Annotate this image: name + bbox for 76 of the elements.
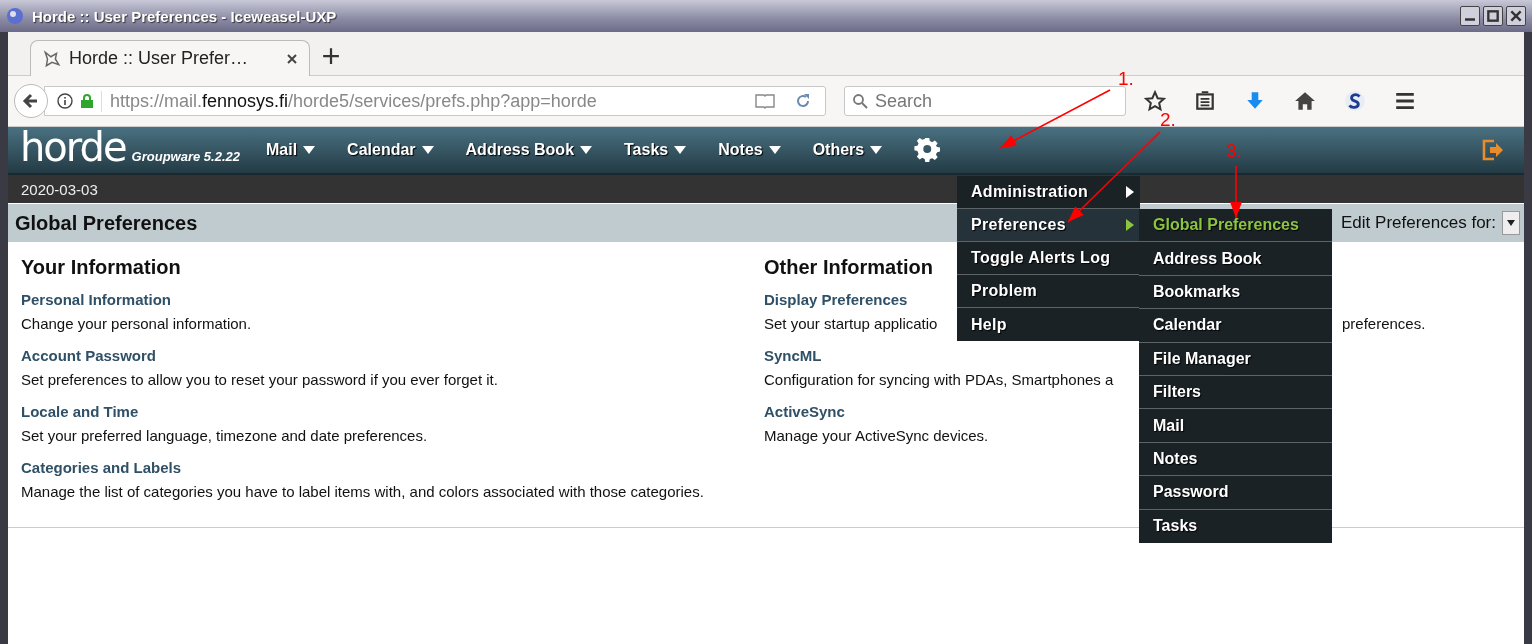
maximize-button[interactable] [1483,6,1503,26]
menu-entry[interactable]: Calendar [1139,309,1332,343]
address-field[interactable]: https://mail.fennosys.fi/horde5/services/prefs.php?app=horde [44,86,826,116]
close-button[interactable] [1506,6,1526,26]
menu-entry[interactable]: Bookmarks [1139,275,1332,310]
preference-description: Set your preferred language, timezone and date preferences. [21,426,428,445]
dropdown-button[interactable] [1502,211,1520,235]
settings-icon[interactable] [914,137,941,163]
preference-link[interactable]: Categories and Labels [21,459,182,476]
preference-description: Set preferences to allow you to reset your password if you ever forget it. [21,370,498,389]
menu-item[interactable]: Notes [718,141,797,159]
minimize-icon [1465,18,1475,21]
menu-item[interactable]: Tasks [624,141,703,159]
close-icon [1509,9,1523,23]
menu-icon[interactable] [1394,90,1416,112]
menu-entry[interactable]: Address Book [1139,242,1332,276]
annotation-arrow [1230,165,1242,219]
preference-link[interactable]: SyncML [764,347,822,364]
close-tab-icon[interactable] [287,53,297,64]
preference-description: Change your personal information. [21,314,252,333]
annotation-label: 1. [1118,68,1134,89]
preference-link[interactable]: ActiveSync [764,403,845,420]
browser-tab[interactable]: Horde :: User Prefer… [30,40,310,76]
back-button[interactable] [14,84,48,118]
minimize-button[interactable] [1460,6,1480,26]
globe-icon [6,7,24,25]
caret-icon [303,146,316,154]
search-field[interactable]: Search [844,86,1126,116]
clipboard-icon[interactable] [1194,90,1216,112]
menu-entry[interactable]: Tasks [1139,509,1332,543]
window-title: Horde :: User Preferences - Iceweasel-UXP [32,7,337,25]
preference-link[interactable]: Personal Information [21,291,172,308]
caret-icon [421,146,434,154]
menu-entry[interactable]: Preferences [957,209,1140,242]
maximize-icon [1486,9,1500,23]
caret-icon [870,146,883,154]
logout-icon[interactable] [1482,139,1504,161]
app-logo[interactable]: horde [20,127,126,167]
preference-description: Manage your ActiveSync devices. [764,426,989,445]
caret-icon [768,146,781,154]
menu-entry[interactable]: File Manager [1139,342,1332,376]
preference-link[interactable]: Locale and Time [21,403,139,420]
info-icon [57,93,73,109]
preference-description: Set your startup applicatio [764,314,938,333]
section-title: Your Information [21,256,181,279]
caret-icon [1507,220,1515,226]
preference-description: Configuration for syncing with PDAs, Smartphones a [764,370,1114,389]
reader-view-icon[interactable] [755,93,775,109]
menu-entry[interactable]: Help [957,308,1140,341]
preference-link[interactable]: Display Preferences [764,291,908,308]
page-title: Global Preferences [15,211,198,235]
menu-entry[interactable]: Mail [1139,409,1332,443]
menu-item[interactable]: Address Book [465,141,609,159]
menu-entry[interactable]: Password [1139,476,1332,510]
preference-description: preferences. [1342,314,1427,333]
menu-entry[interactable]: Filters [1139,375,1332,410]
product-version: Groupware 5.2.22 [131,148,240,164]
lock-icon [79,93,95,109]
caret-icon [674,146,687,154]
section-title: Other Information [764,256,933,279]
preference-description: Manage the list of categories you have to label items with, and colors associated with those categories. [21,482,704,501]
menu-entry[interactable]: Notes [1139,442,1332,477]
caret-icon [580,146,593,154]
annotation-label: 3. [1226,140,1242,161]
home-icon[interactable] [1294,90,1316,112]
menu-item[interactable]: Mail [265,141,332,159]
edit-preferences-label: Edit Preferences for: [1341,213,1496,233]
star-icon[interactable] [1144,90,1166,112]
menu-item[interactable]: Others [812,141,899,159]
preference-link[interactable]: Account Password [21,347,157,364]
annotation-label: 2. [1160,109,1176,130]
current-date: 2020-03-03 [21,180,98,198]
sync-logo-icon[interactable] [1344,90,1366,112]
search-icon [852,93,868,109]
menu-item[interactable]: Calendar [347,141,450,159]
plus-icon[interactable] [322,47,340,65]
